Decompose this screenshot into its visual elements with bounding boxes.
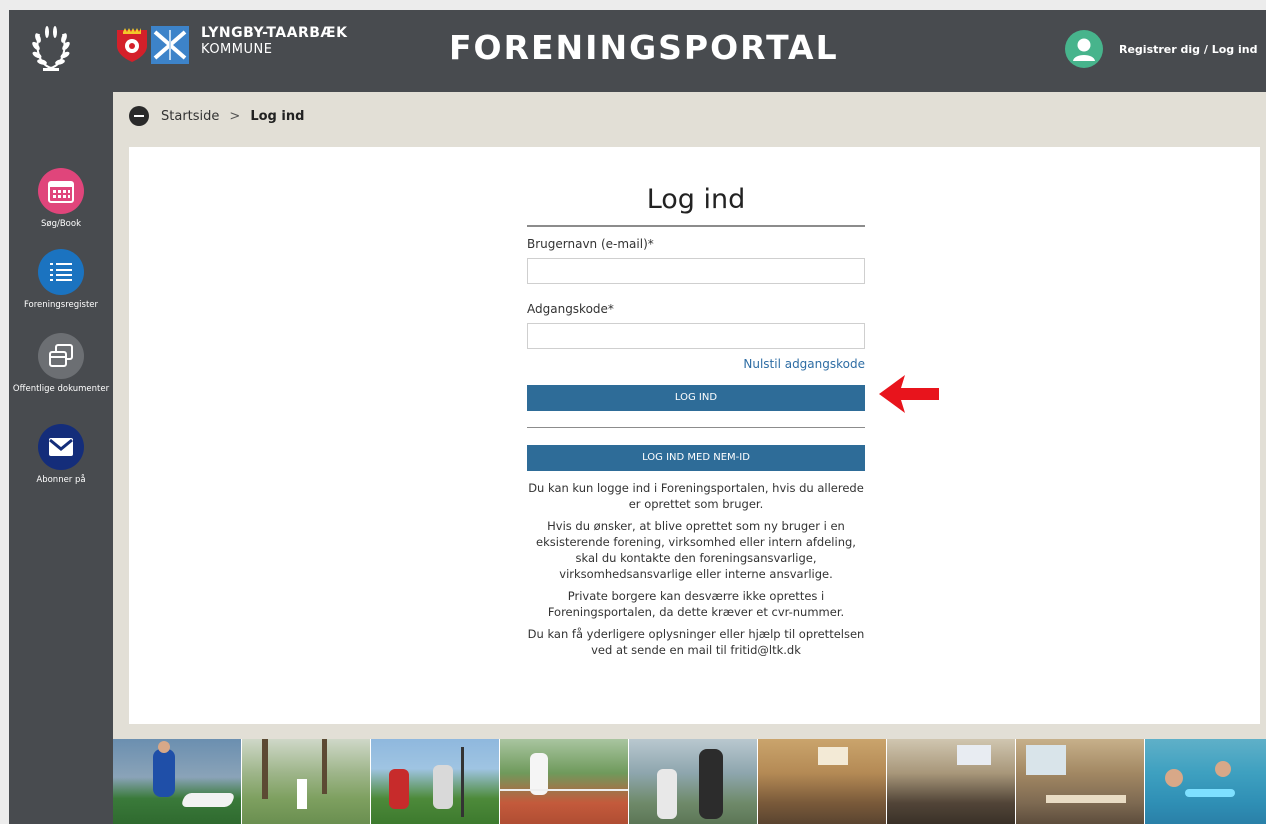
documents-icon [38, 333, 84, 379]
password-input[interactable] [527, 323, 865, 349]
red-arrow-icon [879, 375, 939, 413]
sidebar-item-label: Søg/Book [40, 219, 81, 229]
photo-archery [371, 739, 500, 824]
sidebar-item-subscribe[interactable]: Abonner på [9, 424, 113, 485]
user-avatar-icon[interactable] [1065, 30, 1103, 68]
username-input[interactable] [527, 258, 865, 284]
breadcrumb-separator: > [229, 108, 241, 124]
photo-strip [113, 739, 1266, 824]
content-panel: Log ind Brugernavn (e-mail)* Adgangskode… [129, 147, 1260, 724]
photo-conference [758, 739, 887, 824]
info-paragraph: Du kan få yderligere oplysninger eller h… [527, 627, 865, 657]
photo-tennis [500, 739, 629, 824]
login-form: Log ind Brugernavn (e-mail)* Adgangskode… [527, 147, 865, 658]
photo-fitness [629, 739, 758, 824]
info-paragraph: Private borgere kan desværre ikke oprett… [547, 589, 845, 619]
breadcrumb: Startside > Log ind [129, 106, 304, 126]
username-label: Brugernavn (e-mail)* [527, 237, 654, 251]
app-frame: LYNGBY-TAARBÆK KOMMUNE FORENINGSPORTAL R… [9, 10, 1266, 824]
login-info-text: Du kan kun logge ind i Foreningsportalen… [527, 480, 865, 658]
register-login-link[interactable]: Registrer dig / Log ind [1119, 43, 1257, 56]
info-paragraph: Hvis du ønsker, at blive oprettet som ny… [536, 519, 856, 581]
photo-auditorium [887, 739, 1016, 824]
password-label: Adgangskode* [527, 302, 614, 316]
municipality-crest-icon [117, 28, 147, 62]
municipality-shield-icon [151, 26, 189, 64]
calendar-icon [38, 168, 84, 214]
sidebar-nav: Søg/Book Foreningsregister Offentlige do… [9, 92, 113, 824]
login-button[interactable]: LOG IND [527, 385, 865, 411]
info-paragraph: Du kan kun logge ind i Foreningsportalen… [528, 481, 864, 511]
back-icon[interactable] [129, 106, 149, 126]
photo-park [242, 739, 371, 824]
brand-subtitle: KOMMUNE [201, 42, 273, 57]
envelope-icon [38, 424, 84, 470]
sidebar-item-public-documents[interactable]: Offentlige dokumenter [9, 333, 113, 394]
sidebar-item-search-book[interactable]: Søg/Book [9, 168, 113, 229]
portal-title: FORENINGSPORTAL [449, 28, 839, 67]
photo-meeting-room [1016, 739, 1145, 824]
photo-football [113, 739, 242, 824]
reset-password-link[interactable]: Nulstil adgangskode [527, 357, 865, 373]
breadcrumb-current: Log ind [250, 108, 305, 124]
sidebar-item-label: Foreningsregister [23, 300, 99, 310]
sidebar-item-label: Offentlige dokumenter [12, 384, 110, 394]
breadcrumb-home-link[interactable]: Startside [161, 109, 219, 124]
sidebar-item-label: Abonner på [36, 475, 86, 485]
top-header: LYNGBY-TAARBÆK KOMMUNE FORENINGSPORTAL R… [9, 10, 1266, 92]
title-divider [527, 225, 865, 227]
list-icon [38, 249, 84, 295]
page-title: Log ind [646, 184, 746, 215]
login-nemid-button[interactable]: LOG IND MED NEM-ID [527, 445, 865, 471]
photo-swimming-pool [1145, 739, 1266, 824]
laurel-logo-icon [32, 26, 70, 71]
sidebar-item-association-register[interactable]: Foreningsregister [9, 249, 113, 310]
button-divider [527, 427, 865, 428]
brand-name: LYNGBY-TAARBÆK [201, 25, 348, 41]
